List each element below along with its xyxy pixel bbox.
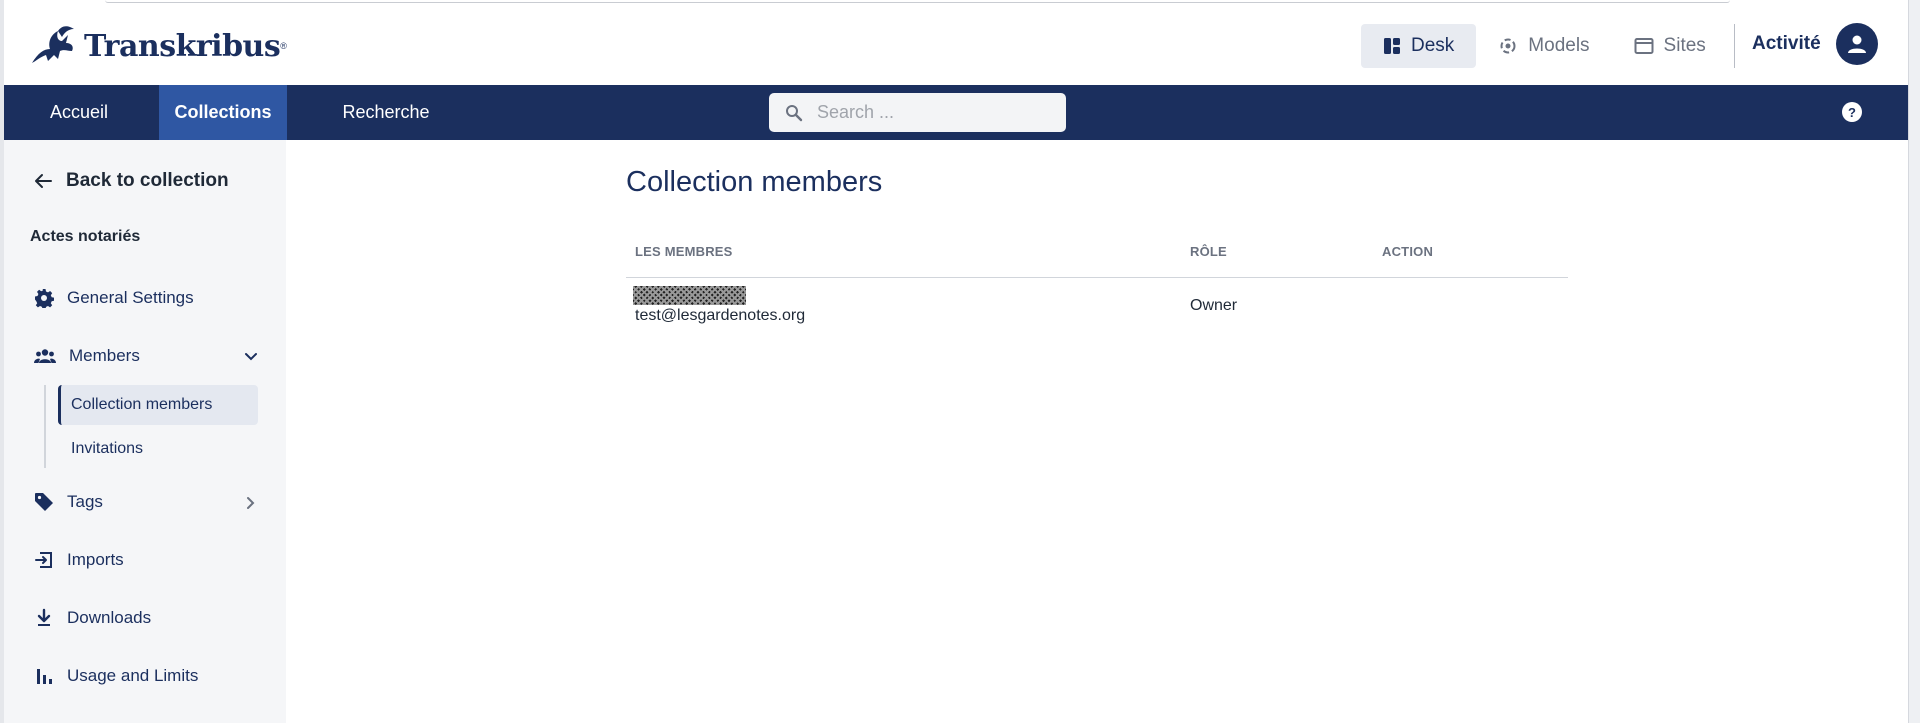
column-header-role: RÔLE: [1190, 244, 1227, 259]
nav-accueil-label: Accueil: [49, 102, 109, 122]
column-header-action: ACTION: [1382, 244, 1434, 259]
top-nav-divider: [1733, 24, 1735, 68]
nav-recherche-label: Recherche: [342, 102, 430, 122]
gear-icon: [35, 289, 54, 308]
sidebar: Back to collection Actes notariés Genera…: [4, 140, 286, 723]
back-label: Back to collection: [66, 170, 229, 191]
tag-icon: [35, 493, 53, 511]
redacted-member-name: [633, 286, 746, 305]
import-icon: [35, 552, 52, 568]
sidebar-subitem-invitations[interactable]: Invitations: [58, 429, 258, 469]
sidebar-subitem-collection-members[interactable]: Collection members: [58, 385, 258, 425]
sidebar-item-label: Tags: [67, 492, 103, 511]
sidebar-item-tags[interactable]: Tags: [34, 492, 103, 512]
top-nav: Desk Models Sites: [1361, 24, 1747, 68]
activity-link[interactable]: Activité: [1752, 33, 1821, 55]
sidebar-item-general-settings[interactable]: General Settings: [34, 288, 194, 308]
sidebar-item-downloads[interactable]: Downloads: [34, 608, 151, 628]
table-header-divider: [626, 277, 1568, 278]
help-icon[interactable]: ?: [1842, 102, 1862, 122]
logo-registered-mark: ®: [280, 41, 287, 51]
back-to-collection-link[interactable]: Back to collection: [34, 170, 229, 192]
member-email: test@lesgardenotes.org: [635, 307, 806, 324]
sidebar-subitem-label: Collection members: [71, 396, 213, 413]
sidebar-item-label: Imports: [67, 550, 124, 569]
top-nav-models[interactable]: Models: [1476, 24, 1611, 68]
pegasus-logo-icon: [32, 26, 74, 63]
column-header-members: LES MEMBRES: [635, 244, 733, 259]
sidebar-item-label: Downloads: [67, 608, 152, 627]
group-icon: [34, 349, 56, 363]
sidebar-item-label: Usage and Limits: [67, 666, 199, 685]
transkribus-logo[interactable]: Transkribus ®: [28, 23, 287, 69]
scrollbar-track[interactable]: [1908, 0, 1920, 723]
sidebar-subitem-label: Invitations: [71, 440, 144, 457]
search-input[interactable]: [817, 102, 1047, 123]
submenu-guide-line: [44, 385, 46, 468]
nav-collections[interactable]: Collections: [159, 85, 287, 140]
nav-collections-label: Collections: [174, 102, 272, 122]
top-nav-sites-label: Sites: [1663, 35, 1706, 56]
logo-wordmark: Transkribus: [84, 28, 281, 64]
main-navbar: Accueil Collections Recherche ?: [4, 85, 1908, 140]
top-nav-models-label: Models: [1528, 35, 1590, 56]
sidebar-item-usage-limits[interactable]: Usage and Limits: [34, 666, 198, 686]
top-nav-desk[interactable]: Desk: [1361, 24, 1477, 68]
sidebar-item-label: Members: [69, 346, 140, 365]
top-nav-desk-label: Desk: [1411, 35, 1455, 56]
search-box[interactable]: [769, 93, 1066, 132]
sidebar-item-label: General Settings: [67, 288, 194, 307]
user-avatar-button[interactable]: [1836, 23, 1878, 65]
chevron-down-icon[interactable]: [244, 352, 258, 362]
dashboard-icon: [1384, 38, 1400, 54]
arrow-left-icon: [35, 174, 52, 188]
models-icon: [1500, 38, 1516, 54]
nav-accueil[interactable]: Accueil: [4, 85, 154, 140]
search-icon: [786, 104, 803, 121]
nav-recherche[interactable]: Recherche: [316, 85, 456, 140]
sidebar-item-imports[interactable]: Imports: [34, 550, 124, 570]
bar-chart-icon: [37, 669, 52, 684]
page-title: Collection members: [626, 166, 883, 198]
top-nav-sites[interactable]: Sites: [1612, 24, 1728, 68]
download-icon: [37, 608, 51, 626]
browser-window-icon: [1634, 38, 1654, 54]
collection-name: Actes notariés: [30, 228, 141, 245]
sidebar-item-members[interactable]: Members: [34, 346, 140, 366]
chevron-right-icon[interactable]: [246, 496, 256, 510]
member-role: Owner: [1190, 297, 1238, 314]
user-avatar-icon: [1848, 35, 1866, 53]
